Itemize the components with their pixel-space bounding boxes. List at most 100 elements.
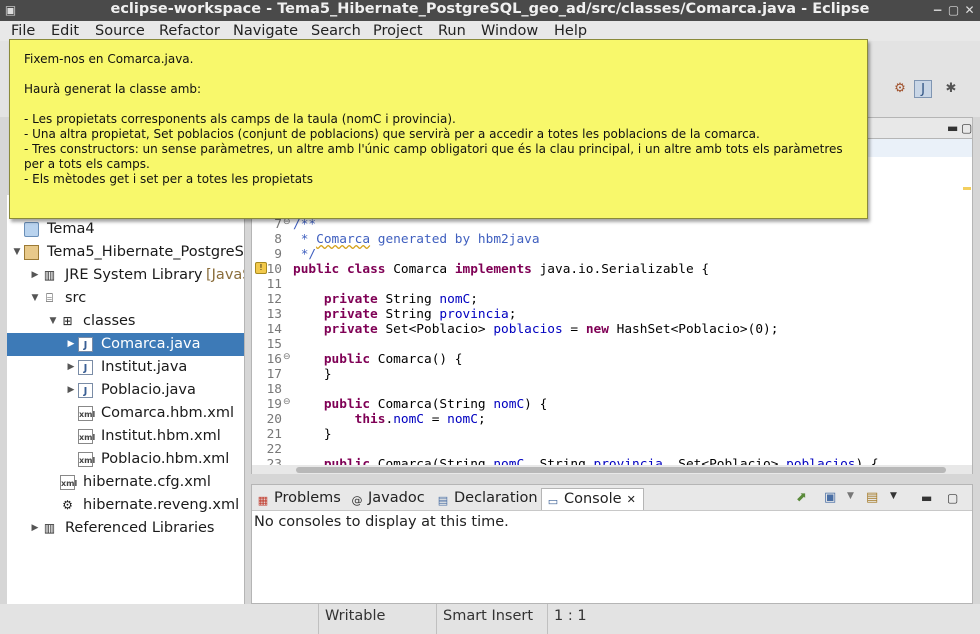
overview-warning-marker[interactable] <box>963 187 971 190</box>
tree-item-decoration: [JavaS <box>206 267 244 283</box>
tree-item[interactable]: xml hibernate.cfg.xml <box>7 471 244 494</box>
menu-navigate[interactable]: Navigate <box>233 23 298 39</box>
tree-item[interactable]: Tema4 <box>7 218 244 241</box>
editor-tab-controls: ▬ ▢ <box>850 117 973 138</box>
tree-item-label: JRE System Library <box>65 267 203 283</box>
code-token: } <box>293 427 332 442</box>
code-line: 13 private String provincia; <box>252 307 952 322</box>
tree-item[interactable]: ▶ J Poblacio.java <box>7 379 244 402</box>
tree-item-label: hibernate.cfg.xml <box>83 474 211 490</box>
java-file-icon: J <box>78 383 93 398</box>
tab-problems[interactable]: ▦ Problems <box>256 488 341 510</box>
code-token: Comarca <box>316 232 371 247</box>
warning-marker-icon[interactable]: ! <box>255 262 267 274</box>
code-token: public <box>323 397 371 412</box>
code-token: String <box>377 292 440 307</box>
code-line: 10 public class Comarca implements java.i… <box>252 262 952 277</box>
code-token: HashSet<Poblacio>(0); <box>608 322 779 337</box>
maximize-icon[interactable]: ▢ <box>946 3 961 18</box>
code-line: 9 */ <box>252 247 952 262</box>
library-icon: ▥ <box>43 521 56 535</box>
code-token: private <box>323 322 378 337</box>
menu-source[interactable]: Source <box>95 23 145 39</box>
editor-maximize-icon[interactable]: ▢ <box>961 122 972 134</box>
tree-item-label: src <box>65 290 87 306</box>
collapsed-arrow-icon[interactable]: ▶ <box>66 379 76 402</box>
debug-perspective-icon[interactable]: ✱ <box>942 80 960 98</box>
tree-item[interactable]: ▶ J Comarca.java <box>7 333 244 356</box>
panel-minimize-icon[interactable]: ▬ <box>921 492 932 504</box>
tree-item[interactable]: ▼ Tema5_Hibernate_PostgreSQL <box>7 241 245 264</box>
tree-item[interactable]: ▶▥ JRE System Library[JavaS <box>7 264 244 287</box>
project-icon <box>24 245 39 260</box>
menu-window[interactable]: Window <box>481 23 538 39</box>
new-console-icon[interactable]: ▤ <box>866 490 878 505</box>
tree-item-label: Poblacio.java <box>101 382 196 398</box>
code-token: = <box>562 322 586 337</box>
code-token: ) { <box>524 397 548 412</box>
tree-item[interactable]: ▼ ⌸ src <box>7 287 244 310</box>
code-token: /** <box>293 217 317 232</box>
tab-javadoc[interactable]: @ Javadoc <box>350 488 425 510</box>
code-token: Comarca() { <box>370 352 463 367</box>
callout-line: Fixem-nos en Comarca.java. <box>24 52 194 66</box>
code-text: public Comarca(String nomC) { <box>293 397 547 412</box>
tree-item-label: Poblacio.hbm.xml <box>101 451 230 467</box>
tree-item[interactable]: xml Comarca.hbm.xml <box>7 402 244 425</box>
problems-icon: ▦ <box>257 494 269 507</box>
tree-item[interactable]: xml Institut.hbm.xml <box>7 425 244 448</box>
menu-refactor[interactable]: Refactor <box>159 23 220 39</box>
editor-minimize-icon[interactable]: ▬ <box>947 122 958 134</box>
collapsed-arrow-icon[interactable]: ▶ <box>30 264 40 287</box>
tree-item[interactable]: ▼ ⊞ classes <box>7 310 244 333</box>
tree-item-label: Tema5_Hibernate_PostgreSQL <box>47 244 245 260</box>
minimize-icon[interactable]: − <box>930 3 945 18</box>
fold-icon[interactable]: ⊖ <box>283 397 291 407</box>
collapsed-arrow-icon[interactable]: ▶ <box>30 517 40 540</box>
expanded-arrow-icon[interactable]: ▼ <box>48 310 58 333</box>
close-icon[interactable]: ✕ <box>962 3 977 18</box>
code-line: 16 public Comarca() { <box>252 352 952 367</box>
menu-project[interactable]: Project <box>373 23 423 39</box>
line-number: 9 <box>274 247 282 262</box>
code-token: public <box>323 352 371 367</box>
expanded-arrow-icon[interactable]: ▼ <box>12 241 22 264</box>
tree-item[interactable]: ⚙ hibernate.reveng.xml <box>7 494 244 517</box>
tab-declaration[interactable]: ▤ Declaration <box>436 488 538 510</box>
tree-item[interactable]: ▶ J Institut.java <box>7 356 244 379</box>
xml-file-icon: xml <box>78 452 95 467</box>
collapsed-arrow-icon[interactable]: ▶ <box>66 356 76 379</box>
tree-item[interactable]: ▶ ▥ Referenced Libraries <box>7 517 244 540</box>
collapsed-arrow-icon[interactable]: ▶ <box>66 333 76 356</box>
menu-edit[interactable]: Edit <box>51 23 79 39</box>
view-menu-icon[interactable]: ▼ <box>890 491 897 501</box>
fold-icon[interactable]: ⊖ <box>283 352 291 362</box>
status-insert-mode: Smart Insert <box>436 604 546 634</box>
chevron-down-icon[interactable]: ▼ <box>847 491 854 501</box>
menu-run[interactable]: Run <box>438 23 466 39</box>
display-console-icon[interactable]: ▣ <box>824 490 836 505</box>
code-text: } <box>293 427 332 442</box>
code-text: this.nomC = nomC; <box>293 412 486 427</box>
menu-help[interactable]: Help <box>554 23 587 39</box>
scrollbar-thumb[interactable] <box>296 467 946 473</box>
xml-file-icon: xml <box>78 406 95 421</box>
tab-console[interactable]: ▭ Console ✕ <box>541 488 644 510</box>
code-text: private String nomC; <box>293 292 478 307</box>
expanded-arrow-icon[interactable]: ▼ <box>30 287 40 310</box>
menu-file[interactable]: File <box>11 23 35 39</box>
tree-item[interactable]: xml Poblacio.hbm.xml <box>7 448 244 471</box>
close-tab-icon[interactable]: ✕ <box>627 493 636 506</box>
java-perspective-icon[interactable]: J <box>914 80 932 98</box>
open-console-icon[interactable]: ⬈ <box>796 490 807 505</box>
status-writable: Writable <box>318 604 434 634</box>
menu-bar: File Edit Source Refactor Navigate Searc… <box>0 21 980 41</box>
panel-maximize-icon[interactable]: ▢ <box>947 492 958 504</box>
code-token: ; <box>508 307 517 322</box>
menu-search[interactable]: Search <box>311 23 361 39</box>
code-line: 20 this.nomC = nomC; <box>252 412 952 427</box>
code-token: nomC <box>393 412 425 427</box>
perspective-icon[interactable]: ⚙ <box>891 80 909 98</box>
